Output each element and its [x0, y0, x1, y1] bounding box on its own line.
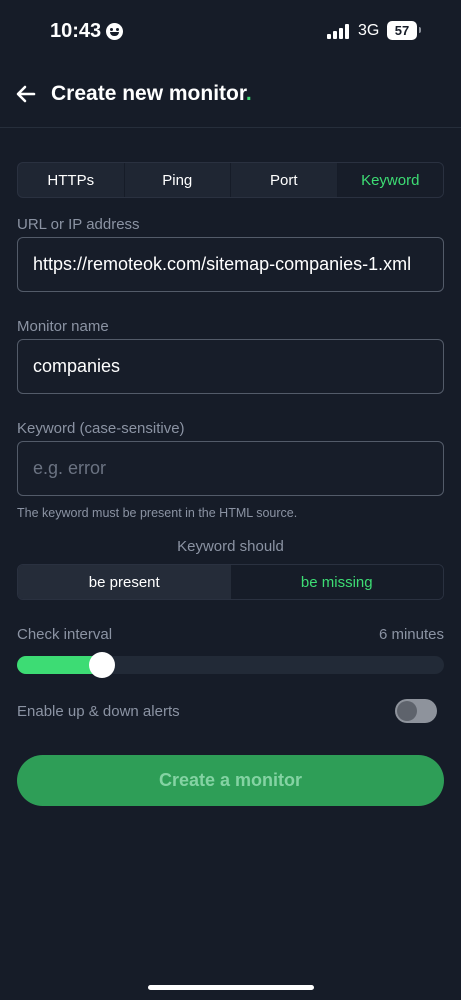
screen: 10:43 3G 57 Create new monitor. HTTPs Pi…	[0, 0, 461, 1000]
monitor-name-label: Monitor name	[17, 318, 109, 335]
keyword-input[interactable]: e.g. error	[17, 441, 444, 496]
be-present-option[interactable]: be present	[18, 565, 231, 599]
check-interval-slider[interactable]	[17, 652, 444, 678]
battery-tip	[419, 27, 421, 33]
battery-icon: 57	[387, 21, 417, 40]
battery-level: 57	[394, 23, 410, 38]
monitor-name-input[interactable]: companies	[17, 339, 444, 394]
page-title-text: Create new monitor	[51, 82, 246, 105]
check-interval-value: 6 minutes	[378, 626, 444, 643]
url-input[interactable]: https://remoteok.com/sitemap-companies-1…	[17, 237, 444, 292]
network-type-label: 3G	[358, 22, 380, 39]
cellular-signal-icon	[327, 24, 351, 39]
home-indicator	[148, 985, 314, 990]
create-monitor-button[interactable]: Create a monitor	[17, 755, 444, 806]
status-bar: 10:43 3G 57	[0, 0, 461, 64]
header: Create new monitor.	[0, 64, 461, 128]
alerts-toggle-knob	[397, 701, 417, 721]
smiley-emoji-icon	[106, 23, 123, 40]
tab-keyword[interactable]: Keyword	[337, 163, 443, 197]
monitor-name-value: companies	[33, 356, 121, 376]
title-accent-dot: .	[245, 82, 252, 105]
tab-port[interactable]: Port	[231, 163, 338, 197]
keyword-should-label: Keyword should	[177, 538, 284, 555]
alerts-label: Enable up & down alerts	[17, 703, 180, 720]
url-field-label: URL or IP address	[17, 216, 140, 233]
be-missing-option[interactable]: be missing	[230, 565, 443, 599]
status-time: 10:43	[50, 20, 102, 42]
alerts-toggle-switch[interactable]	[395, 699, 437, 723]
keyword-should-toggle: be present be missing	[17, 564, 444, 600]
keyword-input-placeholder: e.g. error	[33, 458, 107, 478]
check-interval-label: Check interval	[17, 626, 113, 643]
tab-ping[interactable]: Ping	[125, 163, 231, 197]
tab-https[interactable]: HTTPs	[18, 163, 125, 197]
page-title: Create new monitor.	[51, 82, 252, 106]
slider-thumb[interactable]	[89, 652, 116, 678]
monitor-type-tabs: HTTPs Ping Port Keyword	[17, 162, 444, 198]
back-arrow-icon[interactable]	[14, 82, 38, 106]
url-input-value: https://remoteok.com/sitemap-companies-1…	[33, 254, 412, 274]
keyword-field-label: Keyword (case-sensitive)	[17, 420, 185, 437]
keyword-helper-text: The keyword must be present in the HTML …	[17, 506, 298, 520]
